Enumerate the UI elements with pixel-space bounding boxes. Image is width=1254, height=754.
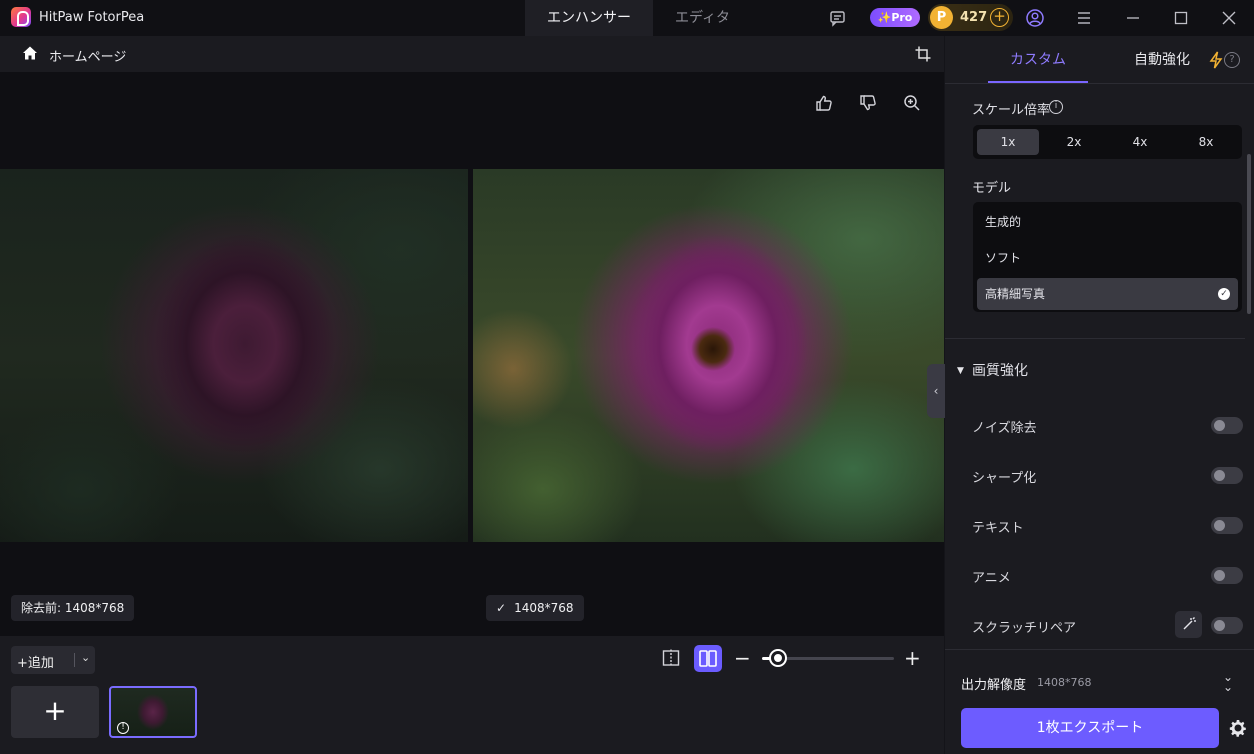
add-divider (74, 653, 75, 667)
zoom-in-plus-icon[interactable]: + (904, 646, 921, 670)
menu-icon[interactable] (1074, 8, 1094, 28)
bolt-icon (1209, 51, 1223, 69)
add-label: +追加 (17, 656, 54, 671)
selected-check-icon: ✓ (1218, 288, 1230, 300)
output-resolution-value: 1408*768 (1037, 676, 1092, 689)
model-option-generative[interactable]: 生成的 (977, 206, 1238, 238)
scale-option-4x[interactable]: 4x (1109, 129, 1171, 155)
image-thumbnail[interactable]: ! (109, 686, 197, 738)
model-option-hd-photo[interactable]: 高精細写真 ✓ (977, 278, 1238, 310)
add-button[interactable]: +追加 ⌄ (11, 646, 95, 674)
add-coins-icon[interactable]: + (990, 8, 1009, 27)
check-icon: ✓ (496, 601, 507, 615)
bottom-toolbar: +追加 ⌄ − + + ! (0, 636, 944, 754)
output-bar: 出力解像度 1408*768 ⌄ ⌄ 1枚エクスポート (945, 649, 1254, 754)
toggle-label-sharpen: シャープ化 (972, 471, 1037, 486)
model-option-soft[interactable]: ソフト (977, 242, 1238, 274)
home-icon[interactable] (22, 45, 38, 61)
account-icon[interactable] (1025, 8, 1045, 28)
thumbs-down-icon[interactable] (859, 94, 879, 114)
model-list: 生成的 ソフト 高精細写真 ✓ (973, 202, 1242, 312)
info-icon[interactable]: i (1049, 100, 1063, 114)
title-bar: HitPaw FotorPea エンハンサー エディタ ✨Pro P 427 + (0, 0, 1254, 36)
model-option-hd-photo-label: 高精細写真 (985, 287, 1046, 301)
after-image (473, 169, 944, 542)
thumbs-up-icon[interactable] (815, 94, 835, 114)
toggle-denoise[interactable] (1211, 417, 1243, 434)
coin-icon: P (930, 6, 953, 29)
toggle-sharpen[interactable] (1211, 467, 1243, 484)
scale-selector: 1x 2x 4x 8x (973, 125, 1242, 159)
after-size-text: 1408*768 (514, 601, 574, 615)
maximize-icon[interactable] (1171, 8, 1191, 28)
gear-icon[interactable] (1229, 719, 1247, 737)
model-label: モデル (972, 181, 1012, 196)
toggle-label-denoise: ノイズ除去 (972, 421, 1037, 436)
mode-tabs: エンハンサー エディタ (525, 0, 752, 36)
close-icon[interactable] (1219, 8, 1239, 28)
toggle-text[interactable] (1211, 517, 1243, 534)
scale-option-8x[interactable]: 8x (1175, 129, 1237, 155)
expand-chevron-icon[interactable]: ⌄ ⌄ (1223, 671, 1233, 693)
toggle-label-scratch-repair: スクラッチリペア (972, 621, 1077, 636)
coin-balance[interactable]: P 427 + (928, 4, 1013, 31)
tab-auto-enhance[interactable]: 自動強化 (1134, 36, 1190, 84)
quality-section-title[interactable]: 画質強化 (972, 360, 1028, 380)
toggle-scratch-repair[interactable] (1211, 617, 1243, 634)
info-icon[interactable]: ! (117, 722, 129, 734)
add-image-tile[interactable]: + (11, 686, 99, 738)
coin-count: 427 (960, 10, 988, 25)
zoom-out-icon[interactable]: − (734, 646, 751, 670)
panel-tabs: カスタム 自動強化 ? (945, 36, 1254, 84)
tab-custom[interactable]: カスタム (988, 36, 1088, 84)
settings-panel: カスタム 自動強化 ? スケール倍率 i 1x 2x 4x 8x モデル 生成的… (945, 36, 1254, 754)
export-button[interactable]: 1枚エクスポート (961, 708, 1219, 748)
breadcrumb: ホームページ (0, 36, 944, 72)
scale-option-1x[interactable]: 1x (977, 129, 1039, 155)
app-logo (11, 7, 31, 27)
pro-badge[interactable]: ✨Pro (870, 8, 920, 27)
magic-wand-icon[interactable] (1175, 611, 1202, 638)
split-view-button[interactable] (694, 645, 722, 672)
zoom-slider-thumb[interactable] (770, 651, 785, 665)
minimize-icon[interactable] (1123, 8, 1143, 28)
canvas-area: ホームページ 除去前: 1408*768 ✓ 1408*768 ‹ (0, 36, 945, 636)
caret-down-icon[interactable]: ▼ (957, 366, 964, 376)
scale-option-2x[interactable]: 2x (1043, 129, 1105, 155)
section-divider (945, 338, 1245, 339)
toggle-label-anime: アニメ (972, 571, 1011, 586)
after-size-label: ✓ 1408*768 (486, 595, 584, 621)
tab-editor[interactable]: エディタ (653, 0, 752, 36)
crop-icon[interactable] (914, 45, 932, 63)
home-link[interactable]: ホームページ (49, 46, 126, 65)
message-icon[interactable] (828, 8, 848, 28)
output-resolution-label: 出力解像度 (961, 678, 1027, 693)
before-size-label: 除去前: 1408*768 (11, 595, 135, 621)
active-tab-indicator (988, 81, 1088, 83)
help-icon[interactable]: ? (1224, 52, 1240, 68)
zoom-in-icon[interactable] (903, 94, 923, 114)
app-title: HitPaw FotorPea (39, 10, 145, 25)
panel-scrollbar[interactable] (1247, 154, 1251, 314)
chevron-down-icon[interactable]: ⌄ (81, 651, 90, 664)
collapse-panel-handle[interactable]: ‹ (927, 364, 945, 418)
tab-enhancer[interactable]: エンハンサー (525, 0, 653, 36)
before-size-text: 除去前: 1408*768 (21, 601, 125, 615)
before-image (0, 169, 468, 542)
toggle-anime[interactable] (1211, 567, 1243, 584)
toggle-label-text: テキスト (972, 521, 1024, 536)
scale-label: スケール倍率 (972, 103, 1051, 118)
compare-view-icon[interactable] (661, 648, 683, 670)
